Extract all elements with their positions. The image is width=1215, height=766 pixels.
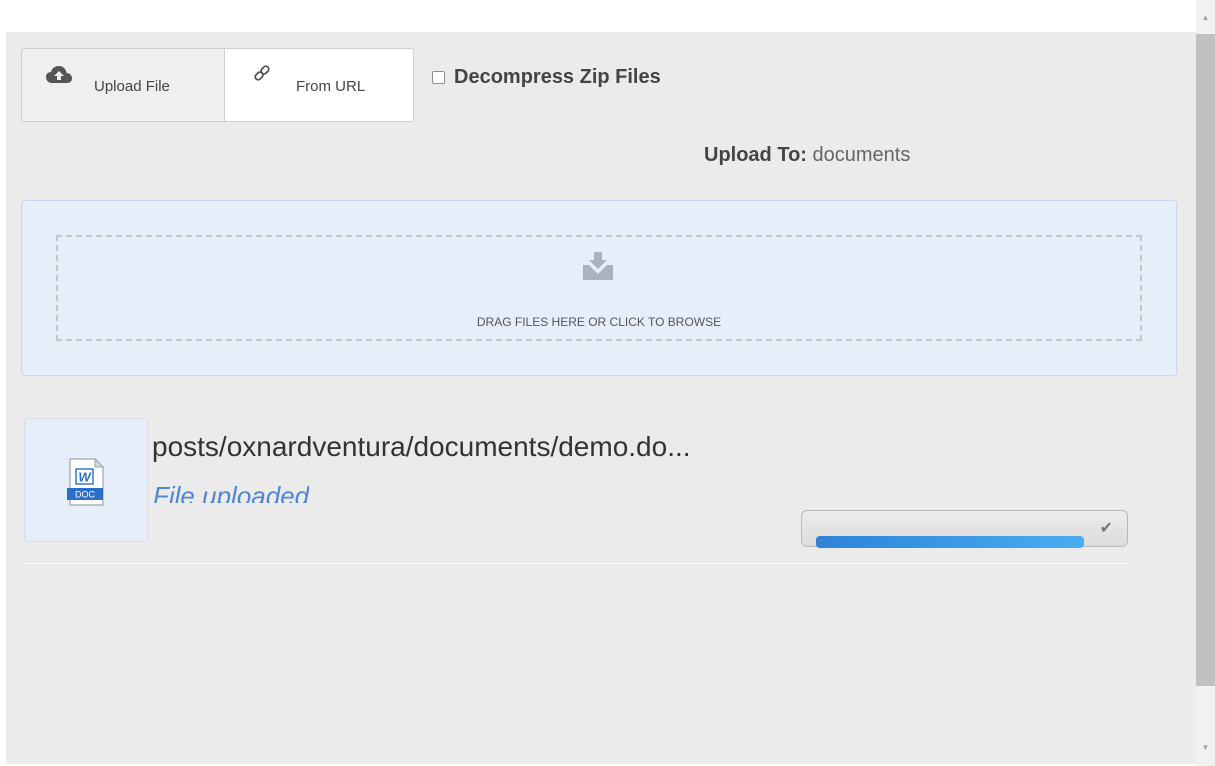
scroll-down-arrow-icon[interactable]: ▼ [1196,738,1215,758]
tab-upload-file-label: Upload File [94,78,170,95]
cloud-upload-icon [46,66,72,83]
file-row-divider [24,563,1128,564]
decompress-checkbox[interactable] [432,71,445,84]
file-thumbnail: W DOC [24,418,148,542]
doc-icon-badge: DOC [75,490,96,500]
scroll-up-arrow-icon[interactable]: ▲ [1196,8,1215,28]
tab-upload-file[interactable]: Upload File [21,48,225,122]
word-doc-icon: W DOC [67,457,105,506]
upload-to-value: documents [812,144,911,166]
link-icon [254,65,270,81]
upload-destination: Upload To: documents [704,144,910,167]
dropzone-text: DRAG FILES HERE OR CLICK TO BROWSE [476,315,722,329]
upload-panel: Upload File From URL Decompress Zip File… [6,32,1196,764]
decompress-zip-option[interactable]: Decompress Zip Files [432,66,661,89]
dropzone-container: DRAG FILES HERE OR CLICK TO BROWSE [21,200,1177,376]
inbox-download-icon [583,252,613,280]
dropzone[interactable]: DRAG FILES HERE OR CLICK TO BROWSE [56,235,1142,341]
upload-dialog: Upload File From URL Decompress Zip File… [0,0,1215,766]
tab-from-url-label: From URL [296,78,366,95]
tab-from-url[interactable]: From URL [224,48,414,122]
upload-progress-fill [816,536,1084,548]
decompress-label: Decompress Zip Files [454,66,661,88]
scrollbar-thumb[interactable] [1196,34,1215,686]
check-icon: ✔ [1099,520,1113,537]
doc-icon-letter: W [78,470,92,485]
file-path: posts/oxnardventura/documents/demo.do... [152,431,691,462]
file-status: File uploaded [153,481,310,503]
upload-to-label: Upload To: [704,144,807,166]
scrollbar[interactable]: ▲ ▼ [1196,0,1215,766]
upload-progress-bar: ✔ [801,510,1128,548]
